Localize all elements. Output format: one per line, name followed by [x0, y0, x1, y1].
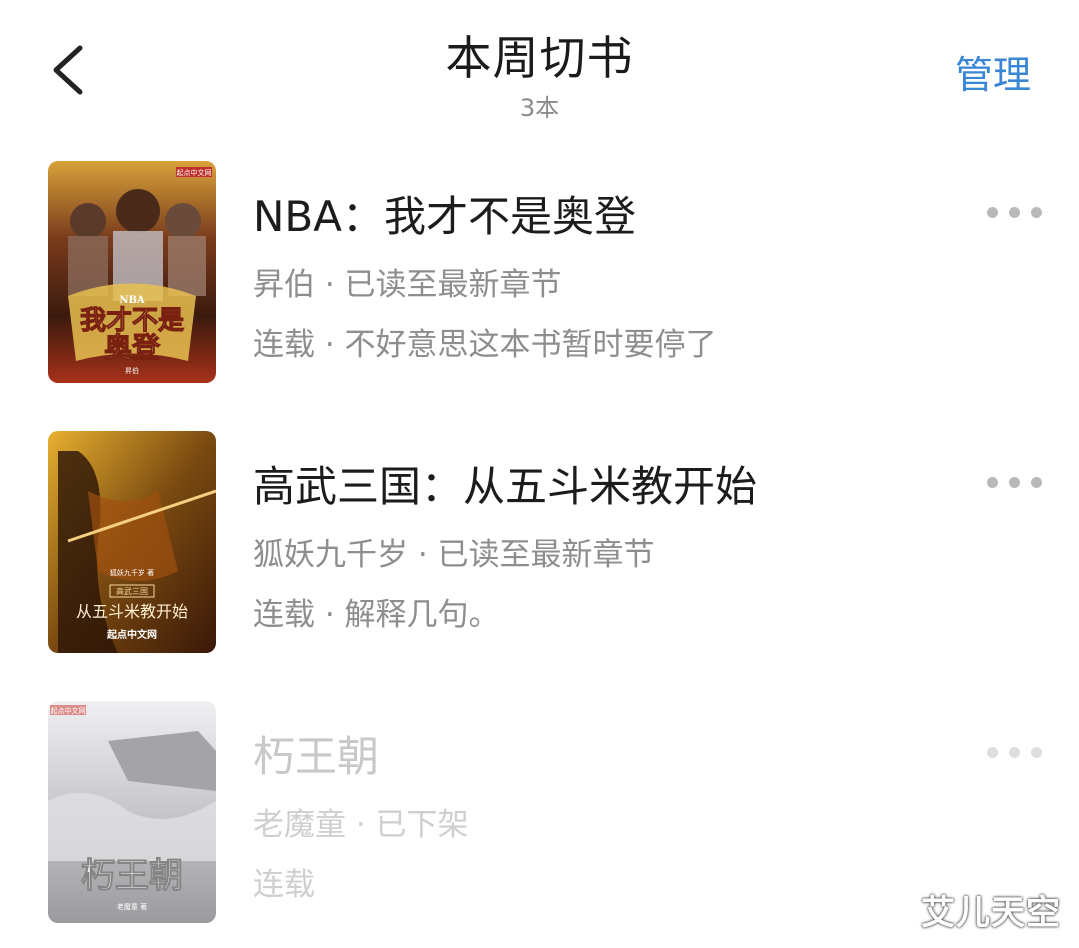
book-item[interactable]: 起点中文网 NBA 我才不是 奥登 昇伯 NBA：我才不是奥登 昇伯 · 已读至… [0, 161, 1079, 391]
book-cover[interactable]: 起点中文网 NBA 我才不是 奥登 昇伯 [48, 161, 216, 383]
cover-author: 狐妖九千岁 著 [110, 568, 154, 577]
book-status-line: 连载 · 不好意思这本书暂时要停了 [253, 327, 717, 363]
book-title[interactable]: 高武三国：从五斗米教开始 [253, 453, 757, 514]
cover-main: 从五斗米教开始 [76, 602, 188, 621]
book-list-page: 本周切书 3本 管理 起点中文网 NBA 我才不是 奥登 昇伯 NBA：我才不是… [0, 0, 1079, 948]
book-cover[interactable]: 起点中文网 朽王朝 老魔童 著 [48, 701, 216, 923]
book-status-line: 连载 · 解释几句。 [253, 597, 500, 633]
more-icon[interactable] [987, 205, 1043, 221]
book-author-line: 昇伯 · 已读至最新章节 [253, 267, 562, 303]
more-icon[interactable] [987, 745, 1043, 761]
cover-author: 昇伯 [125, 366, 139, 375]
book-item[interactable]: 起点中文网 朽王朝 老魔童 著 朽王朝 老魔童 · 已下架 连载 [0, 701, 1079, 931]
more-icon[interactable] [987, 475, 1043, 491]
book-title[interactable]: NBA：我才不是奥登 [253, 183, 636, 244]
cover-image: 狐妖九千岁 著 高武三国 从五斗米教开始 起点中文网 [48, 431, 216, 653]
cover-brand: 起点中文网 [177, 168, 212, 177]
cover-main: 朽王朝 [81, 856, 183, 896]
book-author-line: 老魔童 · 已下架 [253, 807, 469, 843]
cover-brand: 起点中文网 [51, 706, 86, 715]
book-status-line: 连载 [253, 867, 315, 903]
manage-button[interactable]: 管理 [955, 44, 1031, 99]
cover-brand: 起点中文网 [106, 628, 157, 641]
cover-main2: 奥登 [104, 331, 161, 364]
page-title: 本周切书 [445, 31, 634, 85]
book-cover[interactable]: 狐妖九千岁 著 高武三国 从五斗米教开始 起点中文网 [48, 431, 216, 653]
cover-image: 起点中文网 NBA 我才不是 奥登 昇伯 [48, 161, 216, 383]
book-author-line: 狐妖九千岁 · 已读至最新章节 [253, 537, 655, 573]
cover-tag: NBA [119, 295, 145, 306]
watermark: 艾儿天空 [921, 893, 1061, 933]
book-title[interactable]: 朽王朝 [253, 723, 379, 784]
header: 本周切书 3本 管理 [0, 0, 1079, 130]
book-count: 3本 [519, 94, 560, 122]
cover-image: 起点中文网 朽王朝 老魔童 著 [48, 701, 216, 923]
book-item[interactable]: 狐妖九千岁 著 高武三国 从五斗米教开始 起点中文网 高武三国：从五斗米教开始 … [0, 431, 1079, 661]
cover-author: 老魔童 著 [117, 902, 147, 911]
cover-tag: 高武三国 [116, 586, 148, 596]
